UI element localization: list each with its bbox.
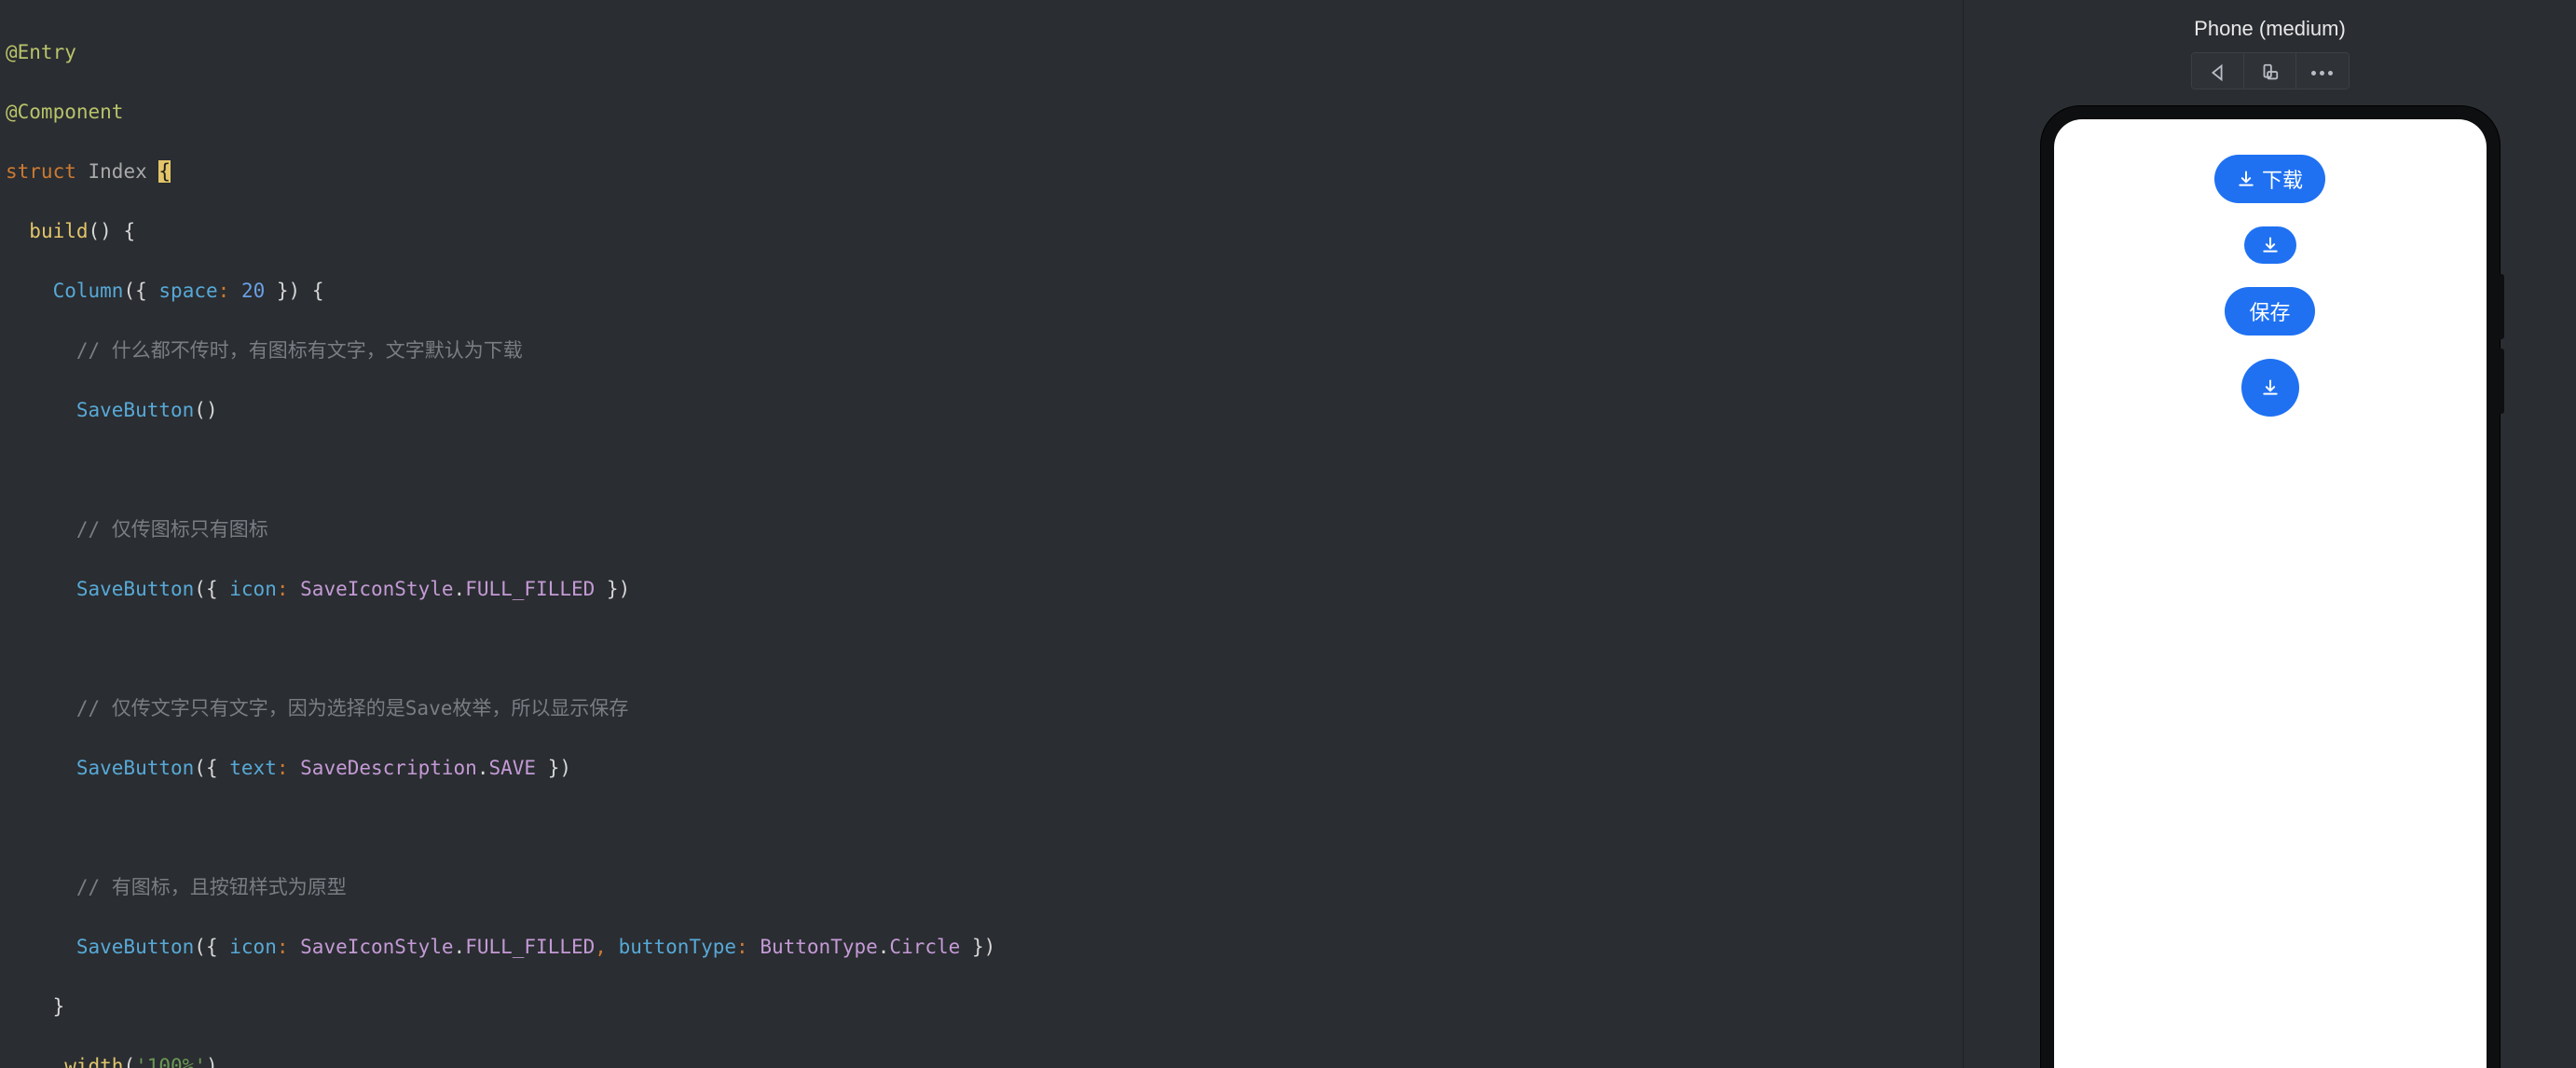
triangle-left-icon [2207, 62, 2227, 83]
phone-side-key [2500, 349, 2504, 414]
dots-icon [2311, 71, 2316, 75]
enum-saveiconstyle2: SaveIconStyle [300, 936, 453, 958]
save-button-default-label: 下载 [2262, 164, 2303, 194]
preview-toolbar [2191, 52, 2350, 89]
prop-icon: icon [229, 578, 277, 600]
comment-4: // 有图标，且按钮样式为原型 [76, 876, 347, 898]
brace-open-highlight: { [158, 160, 171, 183]
keyword-struct: struct [6, 160, 76, 183]
device-rotate-icon [2259, 62, 2280, 83]
num-space: 20 [241, 280, 265, 302]
func-build: build [29, 220, 88, 242]
enum-saveiconstyle: SaveIconStyle [300, 578, 453, 600]
save-button-text-only-label: 保存 [2249, 296, 2290, 326]
chain-width: width [64, 1055, 123, 1068]
call-savebutton-4: SaveButton [76, 936, 194, 958]
annotation-component: @Component [6, 101, 123, 123]
download-icon [2261, 236, 2280, 254]
save-button-default[interactable]: 下载 [2214, 155, 2325, 203]
phone-side-key [2500, 274, 2504, 339]
call-column: Column [53, 280, 124, 302]
preview-back-button[interactable] [2192, 53, 2244, 89]
prop-buttontype: buttonType [619, 936, 736, 958]
enum-circle: Circle [889, 936, 960, 958]
enum-fullfilled: FULL_FILLED [465, 578, 595, 600]
code-editor[interactable]: @Entry @Component struct Index { build()… [0, 0, 1963, 1068]
enum-fullfilled2: FULL_FILLED [465, 936, 595, 958]
phone-screen: 下载 保存 [2054, 119, 2487, 1068]
prop-icon2: icon [229, 936, 277, 958]
download-icon [2261, 378, 2280, 397]
save-button-text-only[interactable]: 保存 [2225, 287, 2314, 335]
save-button-circle[interactable] [2241, 359, 2299, 417]
preview-more-button[interactable] [2296, 53, 2349, 89]
enum-savedescription: SaveDescription [300, 757, 477, 779]
preview-rotate-button[interactable] [2244, 53, 2296, 89]
call-savebutton-3: SaveButton [76, 757, 194, 779]
save-button-icon-only[interactable] [2244, 226, 2296, 264]
comment-1: // 什么都不传时，有图标有文字，文字默认为下载 [76, 339, 523, 362]
prop-text: text [229, 757, 277, 779]
annotation-entry: @Entry [6, 41, 76, 63]
download-icon [2237, 170, 2255, 188]
phone-frame: 下载 保存 [2041, 106, 2500, 1068]
str-width: '100%' [135, 1055, 206, 1068]
comment-3: // 仅传文字只有文字，因为选择的是Save枚举，所以显示保存 [76, 697, 629, 719]
preview-panel: Phone (medium) [1963, 0, 2576, 1068]
comment-2: // 仅传图标只有图标 [76, 518, 268, 541]
call-savebutton-2: SaveButton [76, 578, 194, 600]
enum-save: SAVE [488, 757, 536, 779]
enum-buttontype: ButtonType [760, 936, 877, 958]
struct-name: Index [89, 160, 147, 183]
preview-device-label: Phone (medium) [2194, 17, 2346, 41]
call-savebutton-1: SaveButton [76, 399, 194, 421]
prop-space: space [158, 280, 217, 302]
